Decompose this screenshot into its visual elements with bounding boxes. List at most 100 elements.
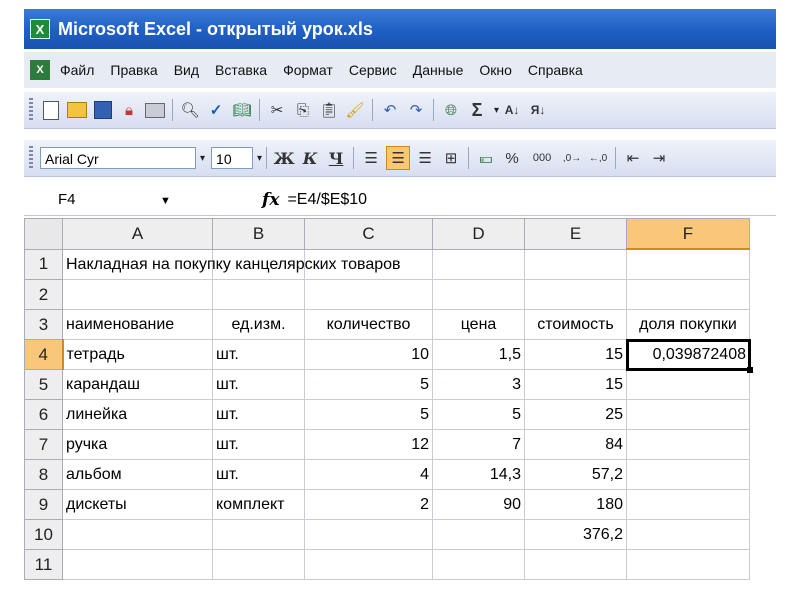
research-icon[interactable]: 📖︎ <box>231 99 253 121</box>
menu-help[interactable]: Справка <box>528 62 583 78</box>
name-box[interactable]: F4 <box>44 188 154 212</box>
hyperlink-icon[interactable]: 🌐︎ <box>440 99 462 121</box>
decrease-indent-icon[interactable]: ⇤ <box>622 147 644 169</box>
cell[interactable] <box>432 549 525 580</box>
table-cell[interactable] <box>626 489 750 520</box>
thousands-separator-button[interactable]: 000 <box>527 147 557 169</box>
table-cell[interactable]: 25 <box>524 399 627 430</box>
cell-a1[interactable]: Накладная на покупку канцелярских товаро… <box>62 248 401 280</box>
cell[interactable] <box>626 279 750 310</box>
table-cell[interactable]: шт. <box>212 399 305 430</box>
header-name[interactable]: наименование <box>62 309 213 340</box>
print-icon[interactable] <box>144 99 166 121</box>
menu-view[interactable]: Вид <box>174 62 199 78</box>
excel-app-icon[interactable]: X <box>30 19 50 39</box>
table-cell[interactable]: 2 <box>304 489 433 520</box>
cell[interactable] <box>626 519 750 550</box>
table-cell[interactable]: 5 <box>304 369 433 400</box>
open-folder-icon[interactable] <box>66 99 88 121</box>
copy-icon[interactable]: ⎘ <box>292 99 314 121</box>
row-header-4[interactable]: 4 <box>24 339 64 370</box>
table-cell[interactable]: 15 <box>524 339 627 370</box>
menu-format[interactable]: Формат <box>283 62 333 78</box>
cut-icon[interactable]: ✂ <box>266 99 288 121</box>
decrease-decimal-icon[interactable]: ←,0 <box>587 147 609 169</box>
chevron-down-icon[interactable]: ▾ <box>494 105 499 116</box>
table-cell[interactable]: комплект <box>212 489 305 520</box>
cell[interactable] <box>212 519 305 550</box>
cell[interactable] <box>62 549 213 580</box>
underline-button[interactable]: Ч <box>325 147 347 169</box>
font-name-select[interactable]: Arial Cyr <box>40 147 196 169</box>
increase-decimal-icon[interactable]: ,0→ <box>561 147 583 169</box>
table-cell[interactable]: 4 <box>304 459 433 490</box>
table-cell[interactable]: 90 <box>432 489 525 520</box>
select-all-corner[interactable] <box>24 218 63 250</box>
cell[interactable] <box>432 279 525 310</box>
row-header-11[interactable]: 11 <box>24 549 63 580</box>
permission-icon[interactable]: 🔒︎ <box>118 99 140 121</box>
menu-tools[interactable]: Сервис <box>349 62 397 78</box>
fx-icon[interactable]: fx <box>262 190 279 210</box>
column-header-c[interactable]: C <box>304 218 433 250</box>
redo-icon[interactable]: ↷ <box>405 99 427 121</box>
header-share[interactable]: доля покупки <box>626 309 750 340</box>
header-cost[interactable]: стоимость <box>524 309 627 340</box>
table-cell[interactable]: 15 <box>524 369 627 400</box>
cell[interactable] <box>524 279 627 310</box>
row-header-3[interactable]: 3 <box>24 309 63 340</box>
menu-data[interactable]: Данные <box>413 62 464 78</box>
table-cell[interactable]: 57,2 <box>524 459 627 490</box>
cell[interactable] <box>524 248 627 280</box>
table-cell[interactable]: шт. <box>212 459 305 490</box>
row-header-1[interactable]: 1 <box>24 248 63 280</box>
table-cell[interactable]: шт. <box>212 429 305 460</box>
undo-icon[interactable]: ↶ <box>379 99 401 121</box>
table-cell[interactable]: ручка <box>62 429 213 460</box>
row-header-9[interactable]: 9 <box>24 489 63 520</box>
table-cell[interactable]: 7 <box>432 429 525 460</box>
table-cell[interactable]: 180 <box>524 489 627 520</box>
table-cell[interactable] <box>626 369 750 400</box>
column-header-a[interactable]: A <box>62 218 213 250</box>
column-header-e[interactable]: E <box>524 218 627 250</box>
column-header-d[interactable]: D <box>432 218 525 250</box>
spelling-icon[interactable]: ✓ <box>205 99 227 121</box>
row-header-7[interactable]: 7 <box>24 429 63 460</box>
table-cell[interactable]: тетрадь <box>62 339 213 370</box>
header-unit[interactable]: ед.изм. <box>212 309 305 340</box>
align-left-icon[interactable]: ☰ <box>360 147 382 169</box>
table-cell[interactable]: шт. <box>212 369 305 400</box>
cell[interactable] <box>212 279 305 310</box>
header-quantity[interactable]: количество <box>304 309 433 340</box>
table-cell[interactable]: дискеты <box>62 489 213 520</box>
table-cell[interactable] <box>626 429 750 460</box>
toolbar-grip[interactable] <box>29 98 33 122</box>
menu-insert[interactable]: Вставка <box>215 62 267 78</box>
cell[interactable] <box>304 549 433 580</box>
chevron-down-icon[interactable]: ▾ <box>200 153 205 164</box>
total-cost-cell[interactable]: 376,2 <box>524 519 627 550</box>
table-cell[interactable]: 5 <box>304 399 433 430</box>
table-cell[interactable]: 3 <box>432 369 525 400</box>
formula-input[interactable]: =E4/$E$10 <box>287 191 367 209</box>
row-header-10[interactable]: 10 <box>24 519 63 550</box>
name-box-dropdown-icon[interactable]: ▼ <box>160 195 171 207</box>
cell[interactable] <box>304 519 433 550</box>
cell[interactable] <box>432 519 525 550</box>
sort-descending-icon[interactable]: Я↓ <box>527 99 549 121</box>
cell[interactable] <box>524 549 627 580</box>
italic-button[interactable]: К <box>299 147 321 169</box>
table-cell[interactable] <box>626 459 750 490</box>
autosum-icon[interactable]: Σ <box>466 99 488 121</box>
row-header-8[interactable]: 8 <box>24 459 63 490</box>
cell[interactable] <box>304 279 433 310</box>
paste-icon[interactable]: 📋︎ <box>318 99 340 121</box>
column-header-f[interactable]: F <box>626 218 750 250</box>
cell[interactable] <box>432 248 525 280</box>
currency-icon[interactable]: 💶︎ <box>475 147 497 169</box>
column-header-b[interactable]: B <box>212 218 305 250</box>
table-cell[interactable]: 1,5 <box>432 339 525 370</box>
new-document-icon[interactable] <box>40 99 62 121</box>
table-cell[interactable]: карандаш <box>62 369 213 400</box>
